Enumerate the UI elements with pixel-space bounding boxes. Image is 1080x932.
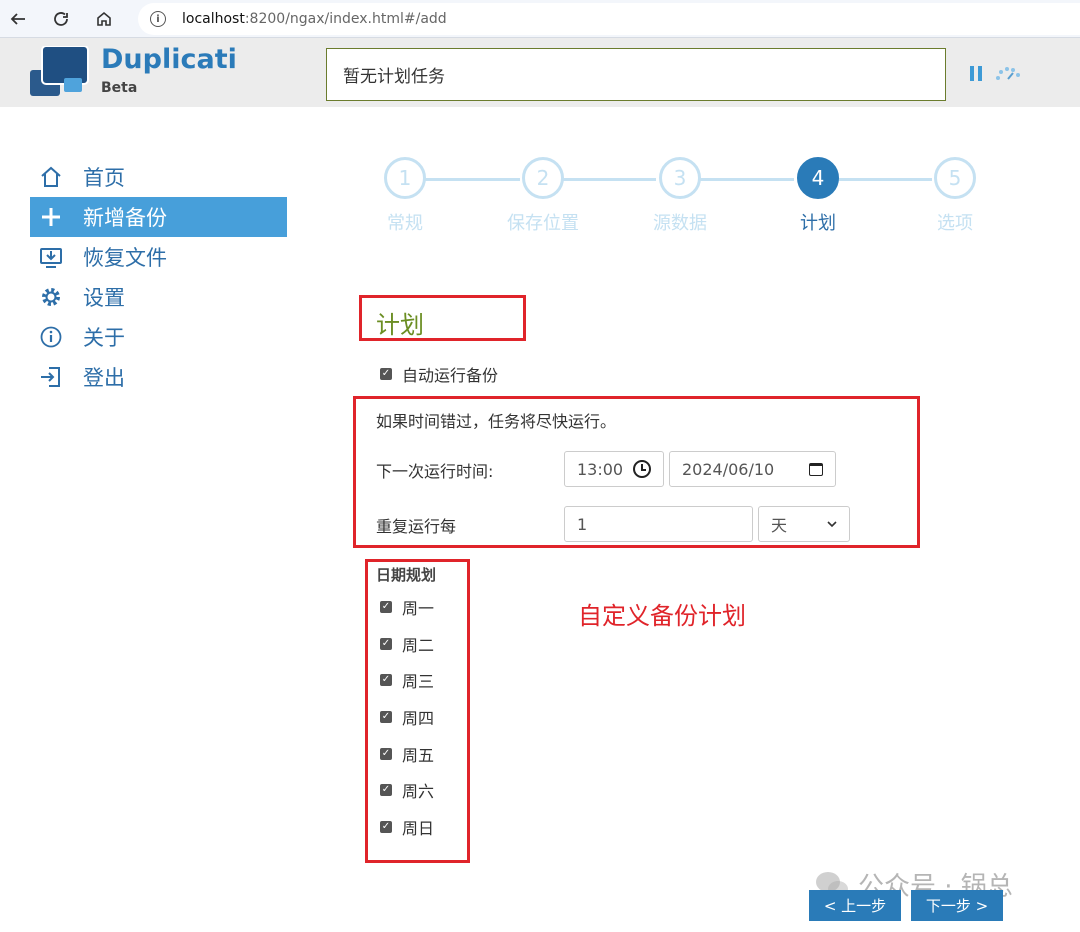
day-list: ✓ 周一 ✓ 周二 ✓ 周三 ✓ 周四 ✓ 周五 ✓ 周六 ✓ 周日 [380, 589, 434, 845]
previous-button[interactable]: < 上一步 [809, 890, 901, 921]
sidebar-item-label: 登出 [83, 366, 125, 390]
step-connector [424, 178, 520, 181]
brand-name: Duplicati [101, 44, 237, 75]
day-checkbox-thu[interactable]: ✓ 周四 [380, 699, 434, 736]
step-1[interactable]: 1 常规 [383, 157, 427, 234]
step-connector [700, 178, 794, 181]
logout-icon [38, 364, 64, 390]
time-value: 13:00 [577, 459, 624, 479]
day-plan-title: 日期规划 [376, 566, 437, 584]
pause-icon[interactable] [970, 66, 984, 82]
day-checkbox-sun[interactable]: ✓ 周日 [380, 809, 434, 846]
chevron-down-icon [827, 517, 837, 531]
day-label: 周五 [402, 745, 435, 765]
step-label: 保存位置 [507, 213, 579, 234]
next-run-label: 下一次运行时间: [376, 462, 494, 481]
step-number: 2 [522, 157, 564, 199]
date-value: 2024/06/10 [682, 459, 775, 479]
address-bar[interactable]: i localhost:8200/ngax/index.html#/add [138, 3, 1080, 35]
step-number: 4 [797, 157, 839, 199]
date-input[interactable]: 2024/06/10 [669, 451, 836, 487]
brand-sub: Beta [101, 80, 138, 96]
step-4[interactable]: 4 计划 [796, 157, 840, 234]
checkbox-checked-icon[interactable]: ✓ [380, 368, 392, 380]
repeat-value: 1 [577, 514, 588, 534]
url-host: localhost [182, 11, 245, 27]
checkbox-checked-icon[interactable]: ✓ [380, 601, 392, 614]
home-icon [38, 164, 64, 190]
day-checkbox-sat[interactable]: ✓ 周六 [380, 772, 434, 809]
section-title: 计划 [376, 311, 424, 339]
calendar-icon[interactable] [809, 462, 823, 476]
plus-icon [38, 204, 64, 230]
next-button[interactable]: 下一步 > [911, 890, 1003, 921]
day-label: 周二 [402, 635, 435, 655]
sidebar-item-about[interactable]: 关于 [30, 317, 287, 357]
repeat-unit-select[interactable]: 天 [758, 506, 850, 542]
home-browser-icon[interactable] [91, 6, 117, 32]
url-path: :8200/ngax/index.html#/add [244, 11, 447, 27]
step-number: 3 [659, 157, 701, 199]
day-label: 周四 [402, 709, 435, 729]
sidebar: 首页 新增备份 恢复文件 设置 关于 登出 [30, 157, 287, 397]
info-circle-icon [38, 324, 64, 350]
sidebar-item-label: 新增备份 [83, 206, 167, 230]
sidebar-item-add-backup[interactable]: 新增备份 [30, 197, 287, 237]
browser-toolbar: i localhost:8200/ngax/index.html#/add [0, 0, 1080, 38]
day-label: 周三 [402, 672, 435, 692]
time-input[interactable]: 13:00 [564, 451, 664, 487]
day-label: 周一 [402, 599, 435, 619]
clock-icon[interactable] [633, 460, 651, 478]
sidebar-item-label: 首页 [83, 166, 125, 190]
step-label: 选项 [937, 213, 973, 234]
sidebar-item-home[interactable]: 首页 [30, 157, 287, 197]
reload-icon[interactable] [48, 6, 74, 32]
wizard-steps: 1 常规 2 保存位置 3 源数据 4 计划 5 选项 [380, 157, 1000, 237]
duplicati-logo [30, 46, 89, 96]
step-label: 源数据 [653, 213, 707, 234]
day-checkbox-mon[interactable]: ✓ 周一 [380, 589, 434, 626]
day-checkbox-fri[interactable]: ✓ 周五 [380, 735, 434, 772]
annotation-text: 自定义备份计划 [578, 602, 746, 630]
checkbox-checked-icon[interactable]: ✓ [380, 674, 392, 687]
info-icon[interactable]: i [150, 11, 166, 27]
repeat-input[interactable]: 1 [564, 506, 753, 542]
app-header: Duplicati Beta 暂无计划任务 [0, 38, 1080, 107]
sidebar-item-logout[interactable]: 登出 [30, 357, 287, 397]
day-label: 周六 [402, 782, 435, 802]
step-label: 计划 [800, 213, 836, 234]
status-box: 暂无计划任务 [326, 48, 946, 101]
auto-run-checkbox[interactable]: ✓ 自动运行备份 [380, 362, 498, 386]
step-number: 1 [384, 157, 426, 199]
day-checkbox-wed[interactable]: ✓ 周三 [380, 662, 434, 699]
checkbox-checked-icon[interactable]: ✓ [380, 637, 392, 650]
day-label: 周日 [402, 818, 435, 838]
step-connector [562, 178, 656, 181]
step-connector [838, 178, 932, 181]
checkbox-checked-icon[interactable]: ✓ [380, 784, 392, 797]
sidebar-item-label: 恢复文件 [83, 246, 167, 270]
sidebar-item-settings[interactable]: 设置 [30, 277, 287, 317]
checkbox-checked-icon[interactable]: ✓ [380, 747, 392, 760]
repeat-unit-value: 天 [771, 516, 788, 535]
auto-run-label: 自动运行备份 [402, 366, 499, 385]
sidebar-item-restore[interactable]: 恢复文件 [30, 237, 287, 277]
step-5[interactable]: 5 选项 [933, 157, 977, 234]
repeat-label: 重复运行每 [376, 517, 457, 536]
day-checkbox-tue[interactable]: ✓ 周二 [380, 626, 434, 663]
restore-icon [38, 244, 64, 270]
missed-run-note: 如果时间错过，任务将尽快运行。 [376, 412, 617, 431]
sidebar-item-label: 关于 [83, 326, 125, 350]
sidebar-item-label: 设置 [83, 286, 125, 310]
throttle-icon[interactable] [994, 64, 1022, 82]
step-label: 常规 [387, 213, 423, 234]
back-icon[interactable] [5, 6, 31, 32]
step-2[interactable]: 2 保存位置 [507, 157, 579, 234]
checkbox-checked-icon[interactable]: ✓ [380, 711, 392, 724]
checkbox-checked-icon[interactable]: ✓ [380, 820, 392, 833]
step-number: 5 [934, 157, 976, 199]
step-3[interactable]: 3 源数据 [653, 157, 707, 234]
gear-icon [38, 284, 64, 310]
